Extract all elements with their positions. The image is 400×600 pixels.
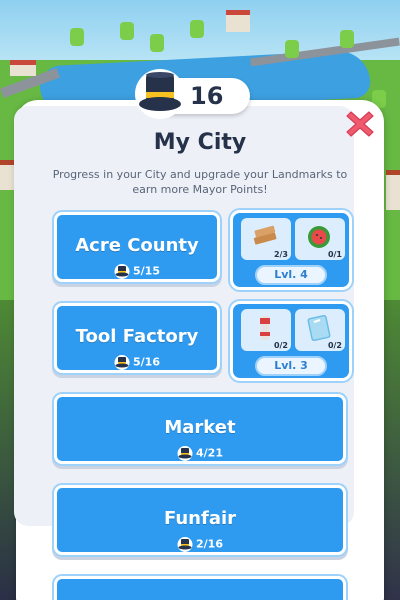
level-badge: Lvl. 3 [255, 356, 327, 376]
top-hat-icon [135, 69, 185, 119]
resource-slot: 0/2 [295, 309, 345, 351]
house [386, 170, 400, 210]
landmark-tool-factory-upgrade-card[interactable]: 0/2 0/2 Lvl. 3 [230, 301, 352, 381]
tree [285, 40, 299, 58]
resource-count: 0/2 [327, 341, 342, 350]
pipe-tool-icon [260, 316, 270, 340]
landmark-name: Acre County [75, 235, 199, 256]
tree [340, 30, 354, 48]
landmark-next-button[interactable] [54, 576, 346, 600]
house [10, 60, 36, 76]
wood-planks-icon [253, 225, 277, 245]
landmark-tool-factory-button[interactable]: Tool Factory 5/16 [54, 303, 220, 373]
landmark-progress: 2/16 [57, 536, 343, 552]
close-button[interactable] [344, 108, 376, 140]
level-badge: Lvl. 4 [255, 265, 327, 285]
tree [120, 22, 134, 40]
tree [190, 20, 204, 38]
resource-slot: 0/1 [295, 218, 345, 260]
page-title: My City [153, 130, 247, 155]
close-icon [346, 111, 374, 137]
page-subtitle: Progress in your City and upgrade your L… [52, 168, 348, 196]
resource-count: 2/3 [273, 250, 288, 259]
resource-count: 0/2 [273, 341, 288, 350]
top-hat-icon [177, 537, 193, 552]
top-hat-icon [114, 355, 130, 370]
progress-value: 5/16 [133, 355, 160, 369]
watermelon-icon [308, 226, 330, 248]
mayor-points-count: 16 [190, 82, 224, 110]
glass-pane-icon [307, 314, 331, 342]
house [226, 10, 250, 32]
tree [70, 28, 84, 46]
resource-slot: 2/3 [241, 218, 291, 260]
landmark-market-button[interactable]: Market 4/21 [54, 394, 346, 464]
resource-slot: 0/2 [241, 309, 291, 351]
tree [150, 34, 164, 52]
landmark-progress: 4/21 [57, 445, 343, 461]
progress-value: 2/16 [196, 537, 223, 551]
landmark-acre-county-button[interactable]: Acre County 5/15 [54, 212, 220, 282]
landmark-progress: 5/16 [57, 354, 217, 370]
landmark-name: Funfair [163, 508, 237, 529]
top-hat-icon [177, 446, 193, 461]
progress-value: 5/15 [133, 264, 160, 278]
progress-value: 4/21 [196, 446, 223, 460]
landmark-progress: 5/15 [57, 263, 217, 279]
landmark-funfair-button[interactable]: Funfair 2/16 [54, 485, 346, 555]
landmark-acre-county-upgrade-card[interactable]: 2/3 0/1 Lvl. 4 [230, 210, 352, 290]
landmark-name: Market [164, 417, 236, 438]
resource-count: 0/1 [327, 250, 342, 259]
landmark-name: Tool Factory [75, 326, 199, 347]
top-hat-icon [114, 264, 130, 279]
